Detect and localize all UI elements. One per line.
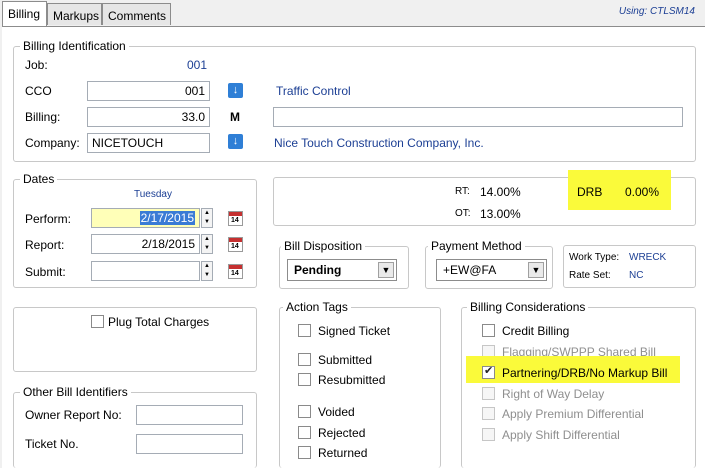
drb-value: 0.00% <box>625 185 660 199</box>
company-field[interactable]: NICETOUCH <box>87 133 210 153</box>
tab-billing[interactable]: Billing <box>2 1 47 26</box>
right-of-way-delay-checkbox[interactable] <box>482 387 495 400</box>
ot-value: 13.00% <box>480 207 521 221</box>
tab-comments[interactable]: Comments <box>102 3 171 25</box>
billing-field[interactable]: 33.0 <box>87 107 210 127</box>
action-tags-legend: Action Tags <box>283 300 351 314</box>
company-label: Company: <box>25 136 80 150</box>
perform-date-selection: 2/17/2015 <box>139 211 195 225</box>
submitted-checkbox[interactable] <box>298 353 311 366</box>
rt-label: RT: <box>455 186 470 197</box>
work-type-value: WRECK <box>629 252 667 263</box>
submit-calendar-icon[interactable]: 14 <box>228 264 243 279</box>
using-label: Using: CTLSM14 <box>618 6 695 17</box>
report-calendar-icon[interactable]: 14 <box>228 237 243 252</box>
report-date-field[interactable]: 2/18/2015 <box>91 234 200 254</box>
report-label: Report: <box>25 238 65 252</box>
rate-set-value: NC <box>629 270 644 281</box>
cco-description: Traffic Control <box>276 84 351 98</box>
billing-label: Billing: <box>25 110 61 124</box>
plug-total-label: Plug Total Charges <box>108 315 210 329</box>
voided-checkbox[interactable] <box>298 405 311 418</box>
ticket-field[interactable] <box>136 434 243 454</box>
billing-identification-legend: Billing Identification <box>20 39 129 53</box>
partnering-label: Partnering/DRB/No Markup Bill <box>502 366 668 380</box>
chevron-down-icon[interactable]: ▼ <box>528 262 544 278</box>
perform-date-spinner[interactable]: ▲ ▼ <box>201 208 213 228</box>
tab-markups[interactable]: Markups <box>47 3 102 25</box>
submit-date-field[interactable] <box>91 261 200 281</box>
credit-billing-label: Credit Billing <box>502 324 570 338</box>
billing-considerations-legend: Billing Considerations <box>467 300 589 314</box>
submit-date-spinner[interactable]: ▲ ▼ <box>201 261 213 281</box>
billing-flag: M <box>230 110 240 124</box>
report-date-spinner[interactable]: ▲ ▼ <box>201 234 213 254</box>
job-label: Job: <box>25 58 48 72</box>
owner-report-field[interactable] <box>136 405 243 425</box>
dates-legend: Dates <box>20 172 58 186</box>
cco-label: CCO <box>25 84 52 98</box>
perform-date-field[interactable]: 2/17/2015 <box>91 208 200 228</box>
submitted-label: Submitted <box>318 353 373 367</box>
premium-differential-label: Apply Premium Differential <box>502 407 644 421</box>
rejected-checkbox[interactable] <box>298 426 311 439</box>
resubmitted-label: Resubmitted <box>318 373 386 387</box>
ticket-label: Ticket No. <box>25 437 79 451</box>
premium-differential-checkbox[interactable] <box>482 407 495 420</box>
shift-differential-checkbox[interactable] <box>482 428 495 441</box>
other-bill-identifiers-legend: Other Bill Identifiers <box>20 385 131 399</box>
drb-label: DRB <box>577 185 603 199</box>
rate-set-label: Rate Set: <box>569 270 611 281</box>
payment-method-legend: Payment Method <box>428 239 525 253</box>
bill-disposition-select[interactable]: Pending ▼ <box>287 259 397 281</box>
company-description: Nice Touch Construction Company, Inc. <box>274 136 484 150</box>
cco-field[interactable]: 001 <box>87 81 210 101</box>
job-value: 001 <box>187 58 208 72</box>
submit-label: Submit: <box>25 265 66 279</box>
returned-label: Returned <box>318 446 368 460</box>
payment-method-select[interactable]: +EW@FA ▼ <box>436 259 547 281</box>
signed-ticket-checkbox[interactable] <box>298 324 311 337</box>
right-of-way-delay-label: Right of Way Delay <box>502 387 605 401</box>
signed-ticket-label: Signed Ticket <box>318 324 391 338</box>
day-of-week: Tuesday <box>134 189 172 200</box>
ot-label: OT: <box>455 208 471 219</box>
plug-total-checkbox[interactable] <box>91 315 104 328</box>
resubmitted-checkbox[interactable] <box>298 373 311 386</box>
shift-differential-label: Apply Shift Differential <box>502 428 620 442</box>
chevron-down-icon[interactable]: ▼ <box>378 262 394 278</box>
returned-checkbox[interactable] <box>298 446 311 459</box>
perform-label: Perform: <box>25 212 72 226</box>
partnering-checkbox[interactable] <box>482 364 495 379</box>
credit-billing-checkbox[interactable] <box>482 324 495 337</box>
rt-value: 14.00% <box>480 185 521 199</box>
bill-disposition-legend: Bill Disposition <box>281 239 366 253</box>
other-bill-identifiers-group <box>13 392 257 468</box>
owner-report-label: Owner Report No: <box>25 408 122 422</box>
voided-label: Voided <box>318 405 355 419</box>
company-lookup-arrow-icon[interactable]: ↓ <box>228 134 243 149</box>
perform-calendar-icon[interactable]: 14 <box>228 211 243 226</box>
rejected-label: Rejected <box>318 426 366 440</box>
work-type-label: Work Type: <box>569 252 620 263</box>
cco-lookup-arrow-icon[interactable]: ↓ <box>228 83 243 98</box>
billing-description-field[interactable] <box>273 107 683 127</box>
